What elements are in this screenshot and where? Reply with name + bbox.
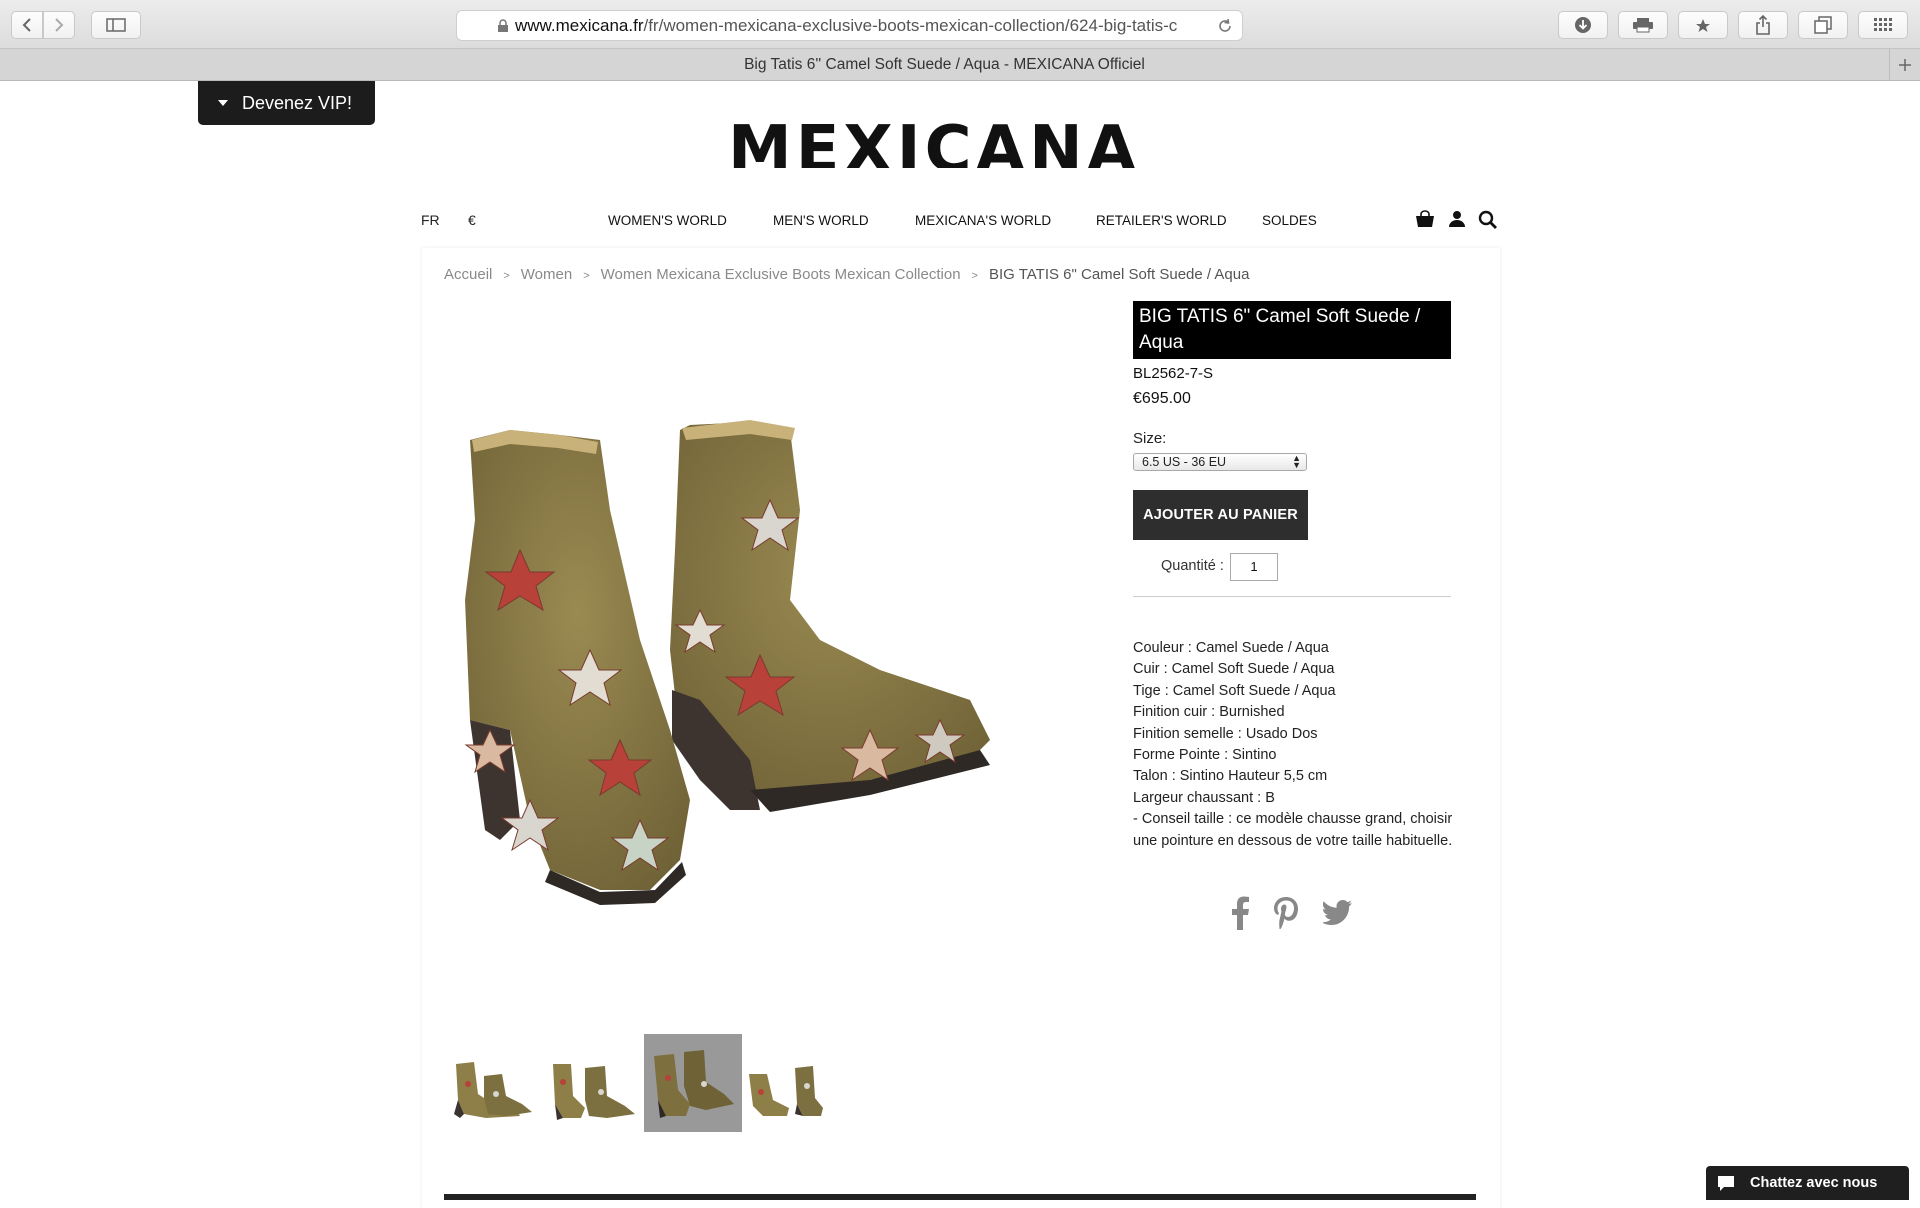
breadcrumb-current: BIG TATIS 6" Camel Soft Suede / Aqua — [988, 266, 1250, 283]
chat-label: Chattez avec nous — [1750, 1175, 1878, 1191]
spec-finition-cuir: Finition cuir : Burnished — [1133, 704, 1285, 721]
quantity-label: Quantité : — [1161, 558, 1224, 574]
caret-down-icon — [218, 100, 228, 106]
spec-largeur: Largeur chaussant : B — [1133, 789, 1275, 806]
breadcrumb-separator: > — [583, 270, 590, 282]
tabs-overview-button[interactable] — [1798, 11, 1848, 39]
twitter-icon[interactable] — [1323, 896, 1353, 930]
vip-button[interactable]: Devenez VIP! — [198, 81, 375, 125]
reload-icon[interactable] — [1216, 17, 1234, 35]
breadcrumb-women[interactable]: Women — [521, 266, 572, 283]
chat-widget-button[interactable]: Chattez avec nous — [1706, 1166, 1909, 1200]
pinterest-icon[interactable] — [1273, 896, 1299, 930]
forward-button[interactable] — [43, 11, 75, 39]
thumbnail-2[interactable] — [545, 1034, 643, 1132]
user-account-icon[interactable] — [1448, 210, 1466, 228]
spec-conseil-taille: - Conseil taille : ce modèle chausse gra… — [1133, 811, 1453, 849]
download-icon — [1575, 17, 1591, 33]
bookmark-button[interactable] — [1678, 11, 1728, 39]
thumbnail-4[interactable] — [743, 1034, 841, 1132]
product-price: €695.00 — [1133, 390, 1191, 407]
size-label: Size: — [1133, 430, 1167, 447]
browser-toolbar: www.mexicana.fr/fr/women-mexicana-exclus… — [0, 0, 1920, 49]
site-logo[interactable]: MEXICANA — [728, 112, 1188, 168]
tab-bar: Big Tatis 6'' Camel Soft Suede / Aqua - … — [0, 49, 1920, 81]
spec-cuir: Cuir : Camel Soft Suede / Aqua — [1133, 661, 1335, 678]
facebook-icon[interactable] — [1230, 896, 1250, 930]
spec-talon: Talon : Sintino Hauteur 5,5 cm — [1133, 768, 1328, 785]
language-selector[interactable]: FR — [421, 212, 440, 228]
print-button[interactable] — [1618, 11, 1668, 39]
nav-item-mens-world[interactable]: MEN'S WORLD — [773, 213, 869, 228]
nav-item-womens-world[interactable]: WOMEN'S WORLD — [608, 213, 727, 228]
spec-finition-semelle: Finition semelle : Usado Dos — [1133, 725, 1318, 742]
thumbnail-3[interactable] — [644, 1034, 742, 1132]
breadcrumb: Accueil > Women > Women Mexicana Exclusive B… — [444, 266, 1249, 283]
quantity-input[interactable]: 1 — [1230, 553, 1278, 581]
grid-icon — [1874, 18, 1892, 31]
chevron-left-icon — [22, 18, 31, 32]
nav-item-retailers-world[interactable]: RETAILER'S WORLD — [1096, 213, 1227, 228]
sidebar-toggle-button[interactable] — [91, 11, 141, 39]
sidebar-icon — [106, 18, 126, 32]
divider — [1133, 596, 1451, 597]
search-icon[interactable] — [1478, 210, 1498, 230]
star-bookmark-icon — [1696, 19, 1710, 32]
nav-item-soldes[interactable]: SOLDES — [1262, 213, 1317, 228]
size-select[interactable]: 6.5 US - 36 EU ▲ ▼ — [1133, 453, 1307, 471]
lock-icon — [498, 18, 508, 32]
shopping-bag-icon[interactable] — [1415, 210, 1435, 228]
url-text: www.mexicana.fr/fr/women-mexicana-exclus… — [515, 15, 1178, 35]
chevron-right-icon — [55, 18, 64, 32]
nav-item-mexicanas-world[interactable]: MEXICANA'S WORLD — [915, 213, 1051, 228]
address-bar[interactable]: www.mexicana.fr/fr/women-mexicana-exclus… — [456, 10, 1243, 41]
product-specs: Couleur : Camel Suede / Aqua Cuir : Came… — [1133, 638, 1463, 852]
chat-bubble-icon — [1718, 1176, 1734, 1191]
thumbnail-1[interactable] — [446, 1034, 544, 1132]
downloads-button[interactable] — [1558, 11, 1608, 39]
spec-couleur: Couleur : Camel Suede / Aqua — [1133, 640, 1329, 656]
add-to-cart-button[interactable]: AJOUTER AU PANIER — [1133, 490, 1308, 540]
size-select-value: 6.5 US - 36 EU — [1142, 455, 1227, 469]
main-navigation: FR € WOMEN'S WORLD MEN'S WORLD MEXICANA'… — [421, 208, 1501, 234]
breadcrumb-separator: > — [971, 270, 978, 282]
breadcrumb-home[interactable]: Accueil — [444, 266, 492, 283]
plus-icon — [1899, 58, 1911, 71]
footer-bar — [444, 1194, 1476, 1200]
breadcrumb-collection[interactable]: Women Mexicana Exclusive Boots Mexican C… — [601, 266, 961, 283]
tabs-icon — [1814, 16, 1832, 34]
vip-label: Devenez VIP! — [242, 92, 353, 113]
active-tab-title[interactable]: Big Tatis 6'' Camel Soft Suede / Aqua - … — [0, 49, 1889, 80]
currency-selector[interactable]: € — [468, 212, 476, 228]
product-main-image[interactable] — [450, 400, 1090, 960]
spec-forme-pointe: Forme Pointe : Sintino — [1133, 747, 1277, 764]
spec-tige: Tige : Camel Soft Suede / Aqua — [1133, 682, 1336, 699]
breadcrumb-separator: > — [503, 270, 510, 282]
share-icon — [1756, 15, 1770, 35]
product-title: BIG TATIS 6" Camel Soft Suede / Aqua — [1133, 301, 1451, 359]
new-tab-button[interactable] — [1889, 49, 1920, 80]
printer-icon — [1633, 18, 1653, 33]
logo-text: MEXICANA — [728, 113, 1141, 168]
apps-grid-button[interactable] — [1858, 11, 1908, 39]
back-button[interactable] — [11, 11, 43, 39]
select-arrows-icon: ▲ ▼ — [1292, 453, 1301, 470]
product-sku: BL2562-7-S — [1133, 365, 1214, 382]
share-button[interactable] — [1738, 11, 1788, 39]
